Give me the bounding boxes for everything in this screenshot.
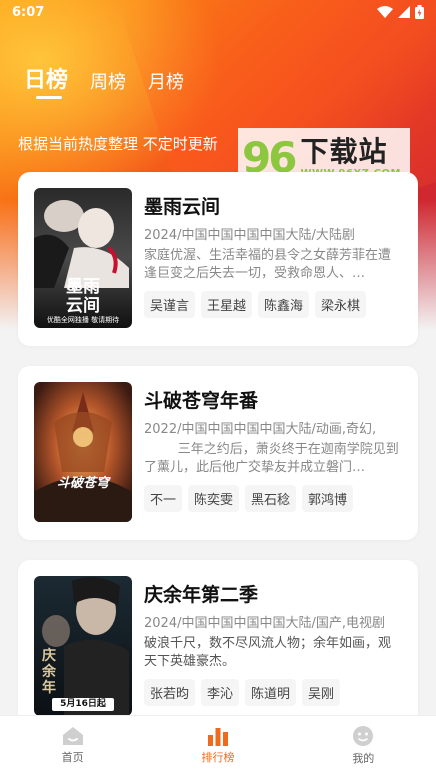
ranking-card-2[interactable]: 斗破苍穹 斗破苍穹年番 2022/中国中国中国中国大陆/动画,奇幻, 三年之约后… [18, 366, 418, 540]
actor-list: 张若昀 李沁 陈道明 吴刚 [144, 679, 402, 706]
wifi-icon [377, 6, 393, 18]
item-title[interactable]: 庆余年第二季 [144, 580, 402, 608]
nav-ranking[interactable]: 排行榜 [168, 726, 268, 765]
ranking-card-3[interactable]: 庆余年 5月16日起 庆余年第二季 2024/中国中国中国中国大陆/国产,电视剧… [18, 560, 418, 734]
item-meta: 2024/中国中国中国中国大陆/大陆剧 [144, 228, 355, 243]
item-title[interactable]: 墨雨云间 [144, 192, 402, 220]
status-bar: 6:07 [0, 0, 436, 24]
item-title[interactable]: 斗破苍穹年番 [144, 386, 402, 414]
tab-daily[interactable]: 日榜 [24, 62, 69, 99]
actor-tag[interactable]: 不一 [144, 485, 183, 512]
status-icons [377, 5, 424, 19]
ranking-tabs: 日榜 周榜 月榜 [24, 62, 184, 99]
poster-image[interactable]: 墨雨云间 优酷全网独播 敬请期待 [34, 188, 132, 328]
tab-monthly[interactable]: 月榜 [148, 68, 184, 94]
actor-list: 吴谨言 王星越 陈鑫海 梁永棋 [144, 291, 402, 318]
nav-ranking-label: 排行榜 [201, 751, 235, 764]
status-time: 6:07 [12, 4, 45, 20]
poster-title: 庆余年 [42, 648, 56, 696]
actor-tag[interactable]: 王星越 [201, 291, 253, 318]
poster-image[interactable]: 庆余年 5月16日起 [34, 576, 132, 716]
actor-tag[interactable]: 张若昀 [144, 679, 196, 706]
active-tab-indicator [36, 96, 62, 99]
actor-tag[interactable]: 吴谨言 [144, 291, 196, 318]
nav-profile-label: 我的 [352, 752, 375, 765]
item-description: 破浪千尺，数不尽风流人物；余年如画，观天下英雄豪杰。 [144, 636, 392, 669]
nav-home-label: 首页 [61, 751, 84, 764]
actor-tag[interactable]: 陈奕雯 [188, 485, 240, 512]
ranking-subtitle: 根据当前热度整理 不定时更新 [18, 135, 218, 153]
watermark-title: 下载站 [300, 135, 388, 169]
nav-home[interactable]: 首页 [23, 726, 123, 765]
item-description: 家庭优渥、生活幸福的县令之女薛芳菲在遭逢巨变之后失去一切，受救命恩人、… [144, 248, 392, 281]
ranking-icon [207, 728, 228, 746]
bottom-navigation: 首页 排行榜 我的 [0, 715, 436, 775]
poster-image[interactable]: 斗破苍穹 [34, 382, 132, 522]
signal-icon [398, 6, 410, 18]
profile-icon [353, 726, 374, 746]
poster-release-date: 5月16日起 [52, 698, 114, 711]
poster-caption: 优酷全网独播 敬请期待 [46, 316, 120, 324]
item-description: 三年之约后，萧炎终于在迦南学院见到了薰儿，此后他广交挚友并成立磐门… [144, 442, 399, 475]
actor-tag[interactable]: 黑石稔 [245, 485, 297, 512]
item-meta: 2024/中国中国中国中国大陆/国产,电视剧 [144, 616, 385, 631]
nav-profile[interactable]: 我的 [313, 725, 413, 766]
actor-list: 不一 陈奕雯 黑石稔 郭鸿博 [144, 485, 402, 512]
poster-title: 墨雨云间 [66, 277, 100, 316]
home-icon [62, 727, 83, 745]
actor-tag[interactable]: 吴刚 [302, 679, 341, 706]
ranking-card-1[interactable]: 墨雨云间 优酷全网独播 敬请期待 墨雨云间 2024/中国中国中国中国大陆/大陆… [18, 172, 418, 346]
item-meta: 2022/中国中国中国中国大陆/动画,奇幻, [144, 422, 377, 437]
actor-tag[interactable]: 梁永棋 [315, 291, 367, 318]
actor-tag[interactable]: 郭鸿博 [302, 485, 354, 512]
battery-icon [415, 5, 424, 19]
actor-tag[interactable]: 陈鑫海 [258, 291, 310, 318]
actor-tag[interactable]: 陈道明 [245, 679, 297, 706]
poster-title: 斗破苍穹 [56, 476, 109, 491]
tab-daily-label: 日榜 [24, 68, 69, 93]
tab-weekly[interactable]: 周榜 [90, 68, 126, 94]
actor-tag[interactable]: 李沁 [201, 679, 240, 706]
